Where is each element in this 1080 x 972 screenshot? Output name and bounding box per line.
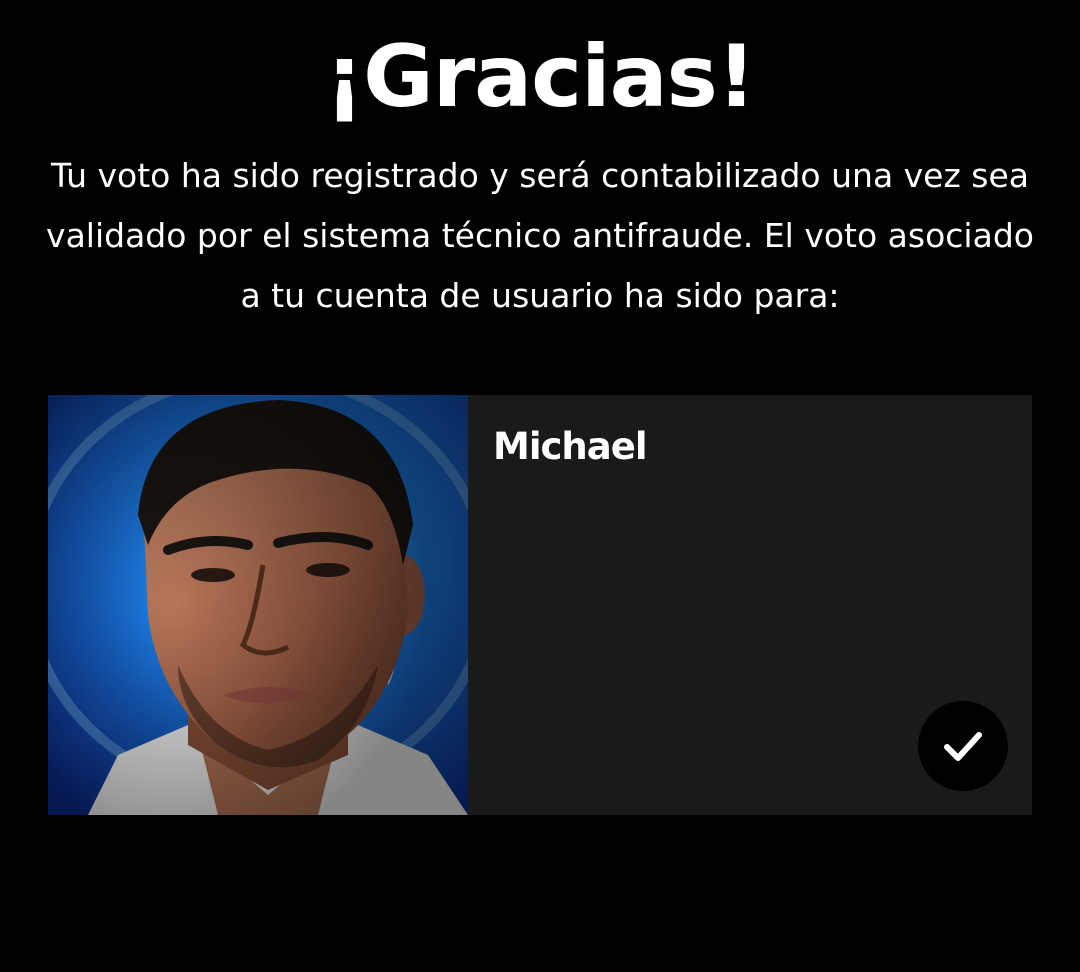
contestant-photo (48, 395, 468, 815)
vote-result-card: Michael (48, 395, 1032, 815)
candidate-info: Michael (468, 395, 1032, 815)
confirmation-message: Tu voto ha sido registrado y será contab… (46, 156, 1034, 315)
selected-badge (918, 701, 1008, 791)
checkmark-icon (944, 732, 982, 761)
candidate-name: Michael (493, 425, 648, 468)
page-title: ¡Gracias! (324, 27, 756, 127)
